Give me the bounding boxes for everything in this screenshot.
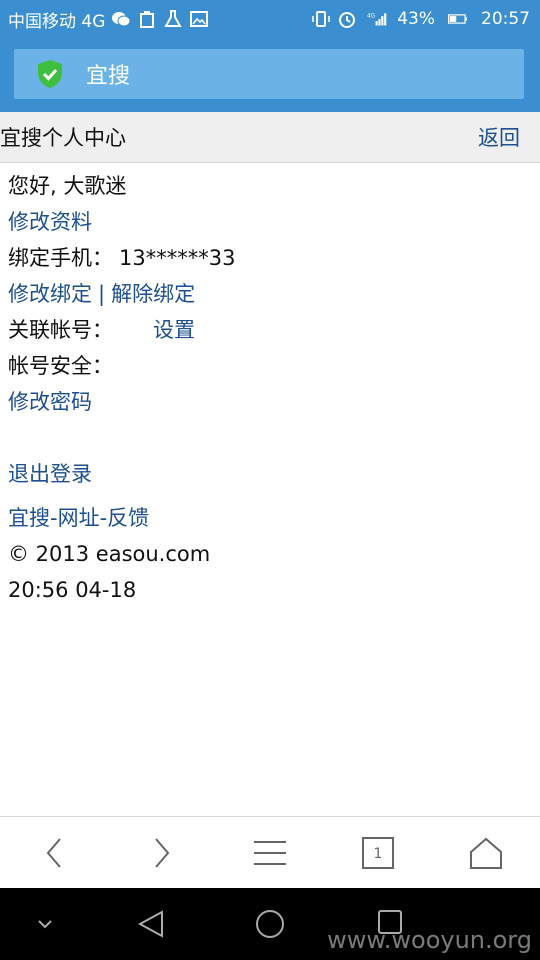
signal-icon: 4G	[363, 9, 391, 29]
change-password-link[interactable]: 修改密码	[8, 384, 92, 420]
greeting: 您好, 大歌迷	[8, 174, 127, 198]
tabs-icon: 1	[362, 837, 394, 869]
back-link[interactable]: 返回	[478, 122, 540, 152]
alarm-icon	[337, 9, 357, 29]
clock: 20:57	[481, 9, 530, 29]
circle-home-icon	[256, 910, 284, 938]
flask-icon	[163, 9, 183, 29]
forward-button[interactable]	[135, 826, 189, 880]
bind-phone-label: 绑定手机：	[8, 246, 113, 270]
linked-accounts-label: 关联帐号：	[8, 318, 113, 342]
clean-icon	[137, 9, 157, 29]
bind-phone-value: 13******33	[119, 246, 236, 270]
home-button[interactable]	[459, 826, 513, 880]
vibrate-icon	[311, 9, 331, 29]
triangle-back-icon	[137, 910, 163, 938]
browser-toolbar: 1	[0, 816, 540, 889]
chevron-left-icon	[46, 838, 61, 868]
linked-accounts-settings-link[interactable]: 设置	[153, 312, 195, 348]
battery-icon	[441, 9, 475, 29]
tabs-button[interactable]: 1	[351, 826, 405, 880]
tab-count: 1	[374, 846, 383, 862]
hide-keyboard-button[interactable]	[30, 912, 60, 936]
app-title-box[interactable]: 宜搜	[14, 49, 524, 99]
remove-binding-link[interactable]: 解除绑定	[111, 276, 195, 312]
app-title: 宜搜	[86, 64, 131, 89]
image-icon	[189, 9, 209, 29]
nav-home-button[interactable]	[252, 906, 288, 942]
page-header: 宜搜个人中心 返回	[0, 112, 540, 163]
page-title: 宜搜个人中心	[0, 126, 126, 150]
bind-phone-row: 绑定手机： 13******33	[8, 240, 528, 276]
chevron-right-icon	[155, 838, 170, 868]
app-header: 宜搜	[0, 38, 540, 112]
menu-button[interactable]	[243, 826, 297, 880]
home-icon	[470, 837, 502, 869]
status-bar: 中国移动 4G 4G 43% 20:57	[0, 0, 540, 38]
wechat-icon	[111, 9, 131, 29]
binding-actions: 修改绑定 | 解除绑定	[8, 276, 528, 312]
copyright: © 2013 easou.com	[8, 542, 211, 566]
back-button[interactable]	[27, 826, 81, 880]
net-type-label: 4G	[367, 14, 375, 20]
shield-check-icon	[38, 60, 62, 88]
edit-profile-link[interactable]: 修改资料	[8, 204, 92, 240]
separator: |	[98, 282, 106, 306]
watermark: www.wooyun.org	[327, 926, 532, 954]
battery-percent: 43%	[397, 9, 435, 29]
profile-content: 您好, 大歌迷 修改资料 绑定手机： 13******33 修改绑定 | 解除绑…	[8, 168, 528, 608]
nav-back-button[interactable]	[134, 906, 168, 942]
linked-accounts-row: 关联帐号： 设置	[8, 312, 528, 348]
footer-links[interactable]: 宜搜-网址-反馈	[8, 500, 149, 536]
modify-binding-link[interactable]: 修改绑定	[8, 276, 92, 312]
carrier-label: 中国移动 4G	[8, 11, 106, 32]
account-security-label: 帐号安全：	[8, 354, 113, 378]
logout-link[interactable]: 退出登录	[8, 456, 92, 492]
datetime: 20:56 04-18	[8, 578, 137, 602]
menu-icon	[254, 841, 286, 865]
chevron-down-icon	[38, 920, 52, 929]
